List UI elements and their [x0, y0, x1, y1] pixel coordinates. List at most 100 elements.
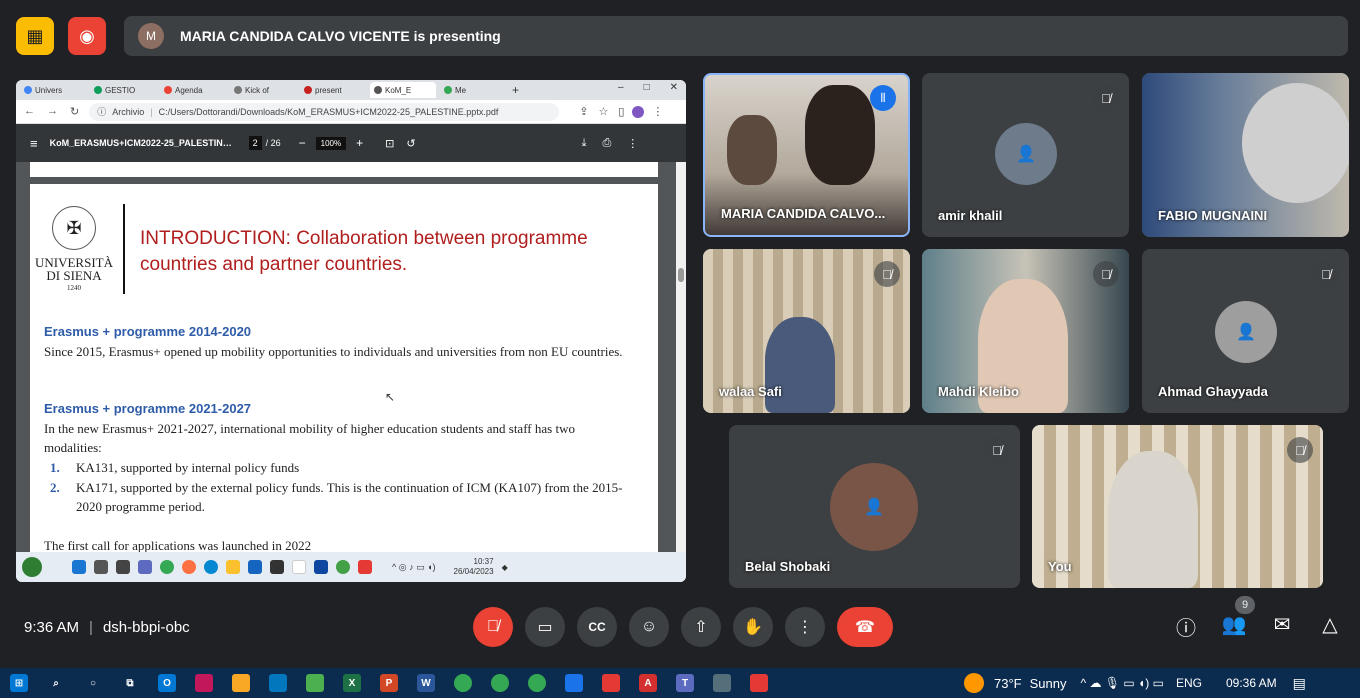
url-field[interactable]: ⓘ Archivio | C:/Users/Dottorandi/Downloa…: [89, 102, 560, 121]
mic-toggle-button[interactable]: 🎙̸: [473, 607, 513, 647]
back-icon[interactable]: ←: [24, 105, 35, 118]
forward-icon[interactable]: →: [47, 105, 58, 118]
participant-tile-fabio[interactable]: FABIO MUGNAINI: [1142, 73, 1349, 237]
recording-icon[interactable]: ◉: [68, 17, 106, 55]
chrome-icon[interactable]: [528, 674, 546, 692]
pdf-viewer[interactable]: ✠ UNIVERSITÀ DI SIENA 1240 INTRODUCTION:…: [16, 162, 686, 553]
zoom-input[interactable]: 100%: [315, 136, 347, 150]
mail-icon[interactable]: [269, 674, 287, 692]
mouse-cursor-icon: ↖: [385, 390, 396, 404]
download-icon[interactable]: ⤓: [582, 137, 587, 150]
more-icon[interactable]: ⋮: [627, 137, 638, 150]
sidepanel-icon[interactable]: ▯: [618, 105, 624, 118]
chat-icon[interactable]: [138, 560, 152, 574]
calculator-icon[interactable]: [713, 674, 731, 692]
browser-tab[interactable]: present: [300, 82, 366, 98]
taskbar-clock[interactable]: 09:36 AM: [1226, 676, 1277, 690]
present-button[interactable]: ⇧: [681, 607, 721, 647]
zoom-out-button[interactable]: −: [299, 136, 306, 150]
chrome-icon[interactable]: [454, 674, 472, 692]
app-icon[interactable]: [195, 674, 213, 692]
participant-tile-amir[interactable]: 👤 🎙̸ amir khalil: [922, 73, 1129, 237]
camera-icon[interactable]: [270, 560, 284, 574]
page-input[interactable]: 2: [248, 136, 262, 150]
participant-tile-belal[interactable]: 👤 🎙̸ Belal Shobaki: [729, 425, 1020, 588]
browser-tab[interactable]: Agenda: [160, 82, 226, 98]
camera-toggle-button[interactable]: ▭: [525, 607, 565, 647]
participant-tile-maria[interactable]: ⦀ MARIA CANDIDA CALVO...: [703, 73, 910, 237]
app-icon[interactable]: [292, 560, 306, 574]
app-icon[interactable]: [602, 674, 620, 692]
chrome-icon[interactable]: [336, 560, 350, 574]
tray-icons[interactable]: ^ ☁ 🎙 ▭ ◖) ▭: [1080, 676, 1163, 690]
app-icon[interactable]: [314, 560, 328, 574]
taskview-icon[interactable]: [116, 560, 130, 574]
store-icon[interactable]: [306, 674, 324, 692]
zoom-icon[interactable]: [565, 674, 583, 692]
cortana-icon[interactable]: ○: [84, 674, 102, 692]
windows-icon[interactable]: [72, 560, 86, 574]
search-icon[interactable]: [94, 560, 108, 574]
close-icon[interactable]: ✕: [670, 82, 678, 93]
raise-hand-button[interactable]: ✋: [733, 607, 773, 647]
captions-button[interactable]: CC: [577, 607, 617, 647]
acrobat-icon[interactable]: A: [639, 674, 657, 692]
firefox-icon[interactable]: [182, 560, 196, 574]
people-icon[interactable]: 👥: [1219, 612, 1249, 637]
new-tab-icon[interactable]: +: [512, 83, 519, 97]
browser-tab[interactable]: Univers: [20, 82, 86, 98]
print-icon[interactable]: ⎙: [602, 137, 611, 150]
reload-icon[interactable]: ↻: [70, 105, 79, 118]
notification-icon[interactable]: ◆: [502, 563, 508, 572]
leave-call-button[interactable]: ☎: [837, 607, 893, 647]
emoji-button[interactable]: ☺: [629, 607, 669, 647]
powerpoint-icon[interactable]: P: [380, 674, 398, 692]
app-icon[interactable]: [358, 560, 372, 574]
excel-icon[interactable]: X: [343, 674, 361, 692]
chrome-icon[interactable]: [491, 674, 509, 692]
chrome-icon[interactable]: [160, 560, 174, 574]
menu-icon[interactable]: ⋮: [652, 105, 663, 118]
store-icon[interactable]: [248, 560, 262, 574]
more-options-button[interactable]: ⋮: [785, 607, 825, 647]
search-icon[interactable]: ⌕: [47, 674, 65, 692]
rotate-icon[interactable]: ↺: [406, 137, 415, 150]
taskview-icon[interactable]: ⧉: [121, 674, 139, 692]
browser-tab-active[interactable]: KoM_E: [370, 82, 436, 98]
activities-icon[interactable]: △: [1315, 612, 1345, 637]
no-video-icon[interactable]: ▦: [16, 17, 54, 55]
chat-icon[interactable]: ✉: [1267, 612, 1297, 637]
edge-icon[interactable]: [204, 560, 218, 574]
participant-tile-walaa[interactable]: 🎙̸ walaa Safi: [703, 249, 910, 413]
fit-page-icon[interactable]: ⊡: [385, 137, 394, 150]
teams-icon[interactable]: T: [676, 674, 694, 692]
scrollbar[interactable]: [676, 162, 686, 552]
divider: [123, 204, 125, 294]
info-icon[interactable]: ⓘ: [1171, 612, 1201, 641]
zoom-in-button[interactable]: +: [356, 136, 363, 150]
participant-tile-mahdi[interactable]: 🎙̸ Mahdi Kleibo: [922, 249, 1129, 413]
folder-icon[interactable]: [226, 560, 240, 574]
browser-tab[interactable]: Kick of: [230, 82, 296, 98]
mic-off-icon: 🎙̸: [1093, 85, 1119, 111]
browser-tab[interactable]: GESTIO: [90, 82, 156, 98]
windows-start-icon[interactable]: ⊞: [10, 674, 28, 692]
app-icon[interactable]: [750, 674, 768, 692]
weather-icon[interactable]: [964, 673, 984, 693]
start-orb-icon[interactable]: [22, 557, 42, 577]
word-icon[interactable]: W: [417, 674, 435, 692]
file-explorer-icon[interactable]: [232, 674, 250, 692]
minimize-icon[interactable]: –: [618, 82, 624, 93]
browser-tab[interactable]: Me: [440, 82, 506, 98]
maximize-icon[interactable]: □: [644, 82, 650, 93]
language-indicator[interactable]: ENG: [1176, 676, 1202, 690]
share-icon[interactable]: ⇪: [579, 105, 588, 118]
participant-tile-ahmad[interactable]: 👤 🎙̸ Ahmad Ghayyada: [1142, 249, 1349, 413]
notification-icon[interactable]: ▤: [1293, 675, 1306, 692]
star-icon[interactable]: ☆: [598, 105, 608, 118]
hamburger-icon[interactable]: ≡: [30, 136, 38, 151]
outlook-icon[interactable]: O: [158, 674, 176, 692]
page-total: / 26: [265, 138, 281, 148]
profile-avatar[interactable]: [632, 105, 645, 118]
participant-tile-you[interactable]: 🎙̸ You: [1032, 425, 1323, 588]
